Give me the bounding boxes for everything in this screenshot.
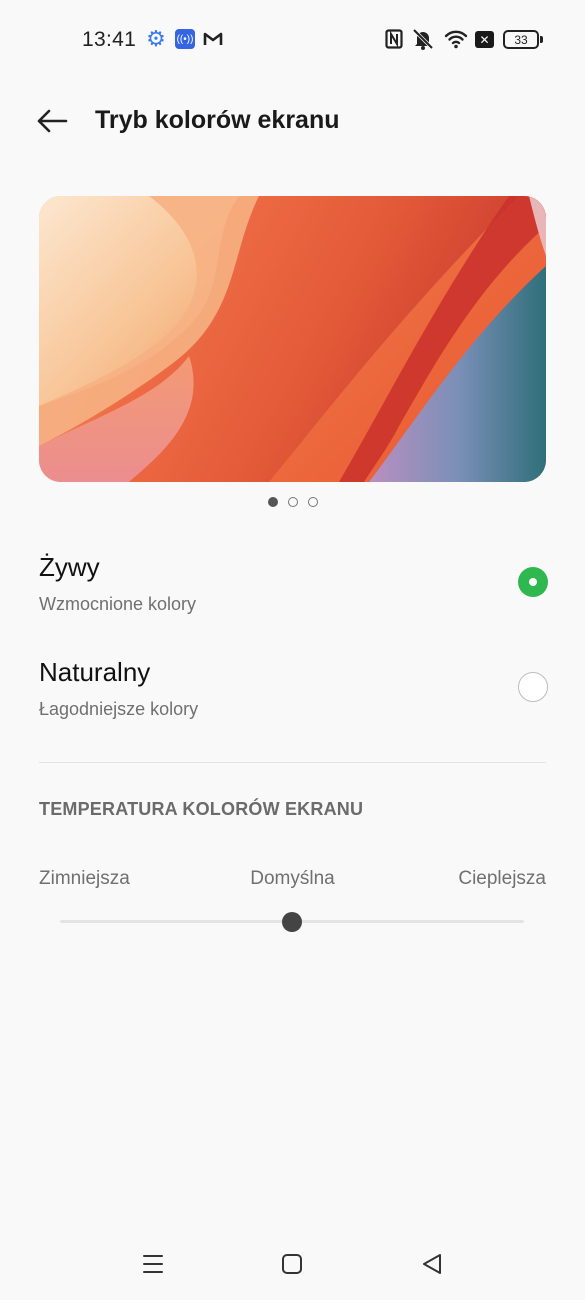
back-icon: [423, 1254, 441, 1274]
gear-icon: ⚙: [146, 26, 166, 51]
page-dot-1[interactable]: [267, 497, 278, 507]
battery-level: 33: [514, 32, 528, 47]
option-vivid[interactable]: Żywy Wzmocnione kolory: [0, 540, 585, 640]
x-icon: ✕: [475, 31, 494, 48]
screen: 13:41 ⚙ ((•)) ✕ 33 Tryb kolorów ekranu Ż…: [0, 0, 585, 1300]
arrow-left-icon: [37, 109, 68, 133]
mute-icon: [411, 28, 435, 50]
option-vivid-subtitle: Wzmocnione kolory: [39, 594, 197, 614]
preview-page-indicator: [0, 497, 585, 507]
back-button[interactable]: [34, 104, 70, 138]
battery-tip: [540, 36, 543, 43]
wifi-icon: [444, 28, 468, 50]
option-natural-subtitle: Łagodniejsze kolory: [39, 699, 199, 719]
temperature-slider-thumb[interactable]: [282, 912, 302, 932]
gmail-icon: [203, 28, 223, 50]
color-mode-preview-image[interactable]: [39, 196, 546, 482]
temperature-section-title: TEMPERATURA KOLORÓW EKRANU: [39, 799, 364, 819]
option-natural-title: Naturalny: [39, 657, 151, 687]
hotspot-icon: ((•)): [175, 29, 195, 49]
home-icon: [282, 1254, 302, 1274]
nfc-icon: [385, 28, 403, 50]
option-natural[interactable]: Naturalny Łagodniejsze kolory: [0, 645, 585, 745]
status-bar: 13:41 ⚙ ((•)) ✕ 33: [0, 0, 585, 78]
option-natural-radio[interactable]: [518, 672, 548, 702]
menu-icon: [143, 1255, 163, 1273]
page-dot-2[interactable]: [287, 497, 298, 507]
battery-icon: 33: [503, 30, 539, 49]
option-vivid-radio[interactable]: [518, 567, 548, 597]
nav-back-button[interactable]: [417, 1249, 447, 1279]
page-dot-3[interactable]: [307, 497, 318, 507]
nav-home-button[interactable]: [277, 1249, 307, 1279]
status-time: 13:41: [82, 28, 137, 51]
nav-recents-button[interactable]: [138, 1249, 168, 1279]
divider: [39, 762, 546, 763]
slider-label-warm: Cieplejsza: [458, 868, 546, 889]
option-vivid-title: Żywy: [39, 552, 100, 582]
page-title: Tryb kolorów ekranu: [95, 106, 340, 134]
